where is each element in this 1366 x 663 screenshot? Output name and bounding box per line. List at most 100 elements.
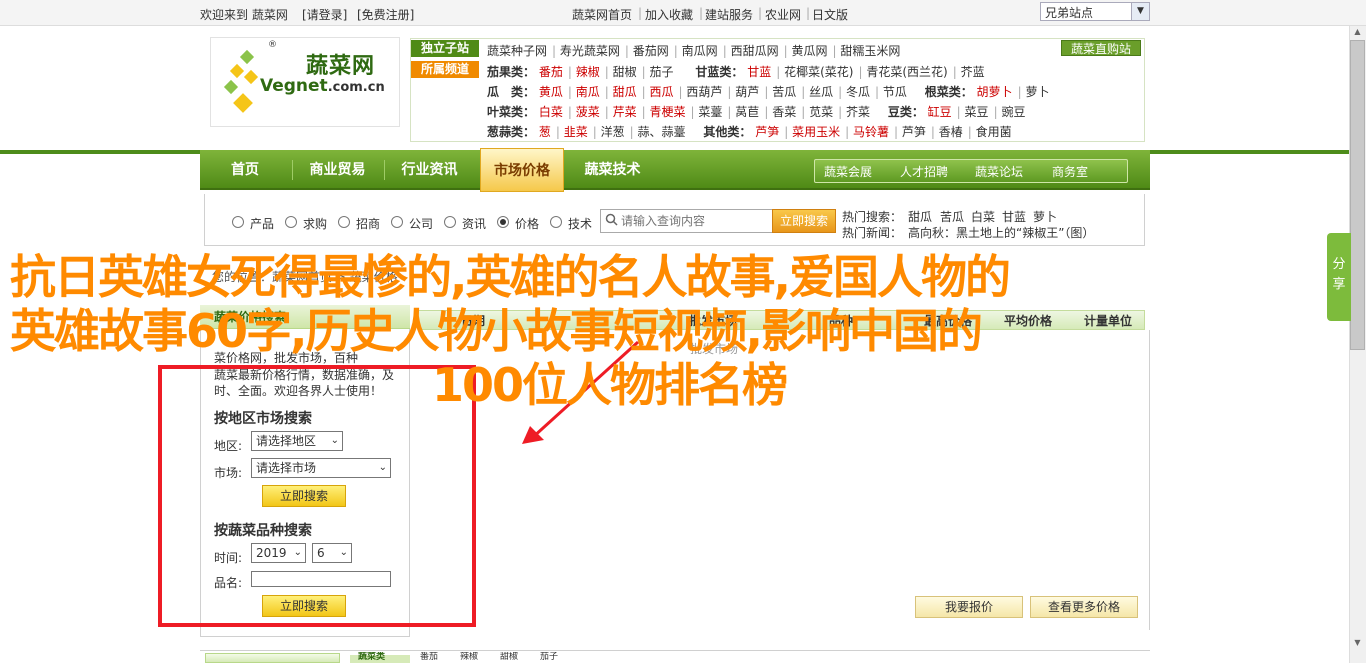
category-link[interactable]: 芥蓝 [961,65,985,79]
category-link[interactable]: 香椿 [939,125,963,139]
category-link[interactable]: 胡萝卜 [977,85,1013,99]
toplink-favorite[interactable]: 加入收藏 [645,6,693,23]
subsite-link[interactable]: 寿光蔬菜网 [560,44,620,58]
subsite-link[interactable]: 南瓜网 [682,44,718,58]
category-link[interactable]: 黄瓜 [539,85,563,99]
subsite-link[interactable]: 西甜瓜网 [731,44,779,58]
subsite-link[interactable]: 番茄网 [633,44,669,58]
radio-tech[interactable] [550,216,562,228]
hot-search-link[interactable]: 苦瓜 [940,208,964,225]
category-link[interactable]: 马铃薯 [853,125,889,139]
category-link[interactable]: 缸豆 [928,105,952,119]
category-link[interactable]: 韭菜 [564,125,588,139]
category-link[interactable]: 菜薹 [698,105,722,119]
category-link[interactable]: 莴苣 [735,105,759,119]
category-link[interactable]: 香菜 [772,105,796,119]
radio-company[interactable] [391,216,403,228]
category-link[interactable]: 苦瓜 [772,85,796,99]
category-link[interactable]: 葱 [539,125,551,139]
category-link[interactable]: 豌豆 [1001,105,1025,119]
subsite-link[interactable]: 甜糯玉米网 [840,44,900,58]
overlay-line: 100位人物排名榜 [432,358,788,412]
category-link[interactable]: 蒜、蒜薹 [638,125,686,139]
category-link[interactable]: 白菜 [539,105,563,119]
subsite-link[interactable]: 黄瓜网 [791,44,827,58]
category-link[interactable]: 葫芦 [735,85,759,99]
search-input[interactable] [600,209,775,233]
nav-news[interactable]: 行业资讯 [387,150,472,190]
subnav-forum[interactable]: 蔬菜论坛 [975,160,1023,184]
search-button[interactable]: 立即搜索 [772,209,836,233]
login-link[interactable]: [请登录] [302,6,347,23]
category-link[interactable]: 茄子 [650,65,674,79]
category-link[interactable]: 西瓜 [650,85,674,99]
category-link[interactable]: 食用菌 [976,125,1012,139]
radio-invest[interactable] [338,216,350,228]
category-link[interactable]: 节瓜 [883,85,907,99]
category-link[interactable]: 萝卜 [1025,85,1049,99]
register-link[interactable]: [免费注册] [357,6,414,23]
category-link[interactable]: 青花菜(西兰花) [866,65,947,79]
category-link[interactable]: 丝瓜 [809,85,833,99]
direct-buy-button[interactable]: 蔬菜直购站 [1061,40,1141,56]
hot-search-link[interactable]: 萝卜 [1033,208,1057,225]
logo-registered: ® [268,40,277,50]
radio-label: 招商 [356,217,381,231]
category-label: 甘蓝类： [695,65,744,79]
radio-news[interactable] [444,216,456,228]
category-link[interactable]: 花椰菜(菜花) [784,65,853,79]
hot-search-link[interactable]: 甜瓜 [908,208,932,225]
nav-home[interactable]: 首页 [200,150,290,190]
bottom-link[interactable]: 番茄 [420,652,438,662]
category-link[interactable]: 甘蓝 [747,65,771,79]
hot-news-link[interactable]: 高向秋：黑土地上的“辣椒王”（图） [908,224,1094,241]
category-link[interactable]: 甜瓜 [613,85,637,99]
share-tab[interactable]: 分享 [1327,233,1351,321]
category-link[interactable]: 冬瓜 [846,85,870,99]
scroll-up-arrow-icon[interactable]: ▲ [1350,27,1365,39]
category-link[interactable]: 菜用玉米 [792,125,840,139]
subnav-office[interactable]: 商务室 [1052,160,1088,184]
category-link[interactable]: 芥菜 [846,105,870,119]
logo-english: Vegnet.com.cn [260,76,385,96]
category-link[interactable]: 菠菜 [576,105,600,119]
hot-search-link[interactable]: 白菜 [971,208,995,225]
scroll-down-arrow-icon[interactable]: ▼ [1350,638,1365,650]
category-link[interactable]: 苋菜 [809,105,833,119]
nav-trade[interactable]: 商业贸易 [295,150,380,190]
nav-market-price[interactable]: 市场价格 [480,148,564,192]
bottom-link[interactable]: 茄子 [540,652,558,662]
category-label: 根菜类： [924,85,973,99]
category-link[interactable]: 南瓜 [576,85,600,99]
category-link[interactable]: 菜豆 [965,105,989,119]
subnav-expo[interactable]: 蔬菜会展 [824,160,872,184]
hot-search-link[interactable]: 甘蓝 [1002,208,1026,225]
radio-label: 技术 [568,217,593,231]
more-prices-button[interactable]: 查看更多价格 [1030,596,1138,618]
category-link[interactable]: 番茄 [539,65,563,79]
toplink-build[interactable]: 建站服务 [705,6,753,23]
category-link[interactable]: 芦笋 [902,125,926,139]
sister-site-select[interactable]: 兄弟站点 ▼ [1040,2,1150,21]
bottom-link[interactable]: 甜椒 [500,652,518,662]
category-label: 其他类： [703,125,752,139]
subsite-link[interactable]: 蔬菜种子网 [487,44,547,58]
radio-buy[interactable] [285,216,297,228]
category-link[interactable]: 芦笋 [755,125,779,139]
category-link[interactable]: 青梗菜 [650,105,686,119]
toplink-japanese[interactable]: 日文版 [812,6,848,23]
category-link[interactable]: 西葫芦 [686,85,722,99]
radio-price[interactable] [497,216,509,228]
category-link[interactable]: 甜椒 [613,65,637,79]
category-link[interactable]: 洋葱 [601,125,625,139]
category-link[interactable]: 辣椒 [576,65,600,79]
category-link[interactable]: 芹菜 [613,105,637,119]
nav-tech[interactable]: 蔬菜技术 [570,150,655,190]
subnav-jobs[interactable]: 人才招聘 [900,160,948,184]
toplink-agri[interactable]: 农业网 [765,6,801,23]
toplink-home[interactable]: 蔬菜网首页 [572,6,632,23]
report-price-button[interactable]: 我要报价 [915,596,1023,618]
scrollbar-thumb[interactable] [1350,40,1365,350]
bottom-link[interactable]: 辣椒 [460,652,478,662]
radio-product[interactable] [232,216,244,228]
